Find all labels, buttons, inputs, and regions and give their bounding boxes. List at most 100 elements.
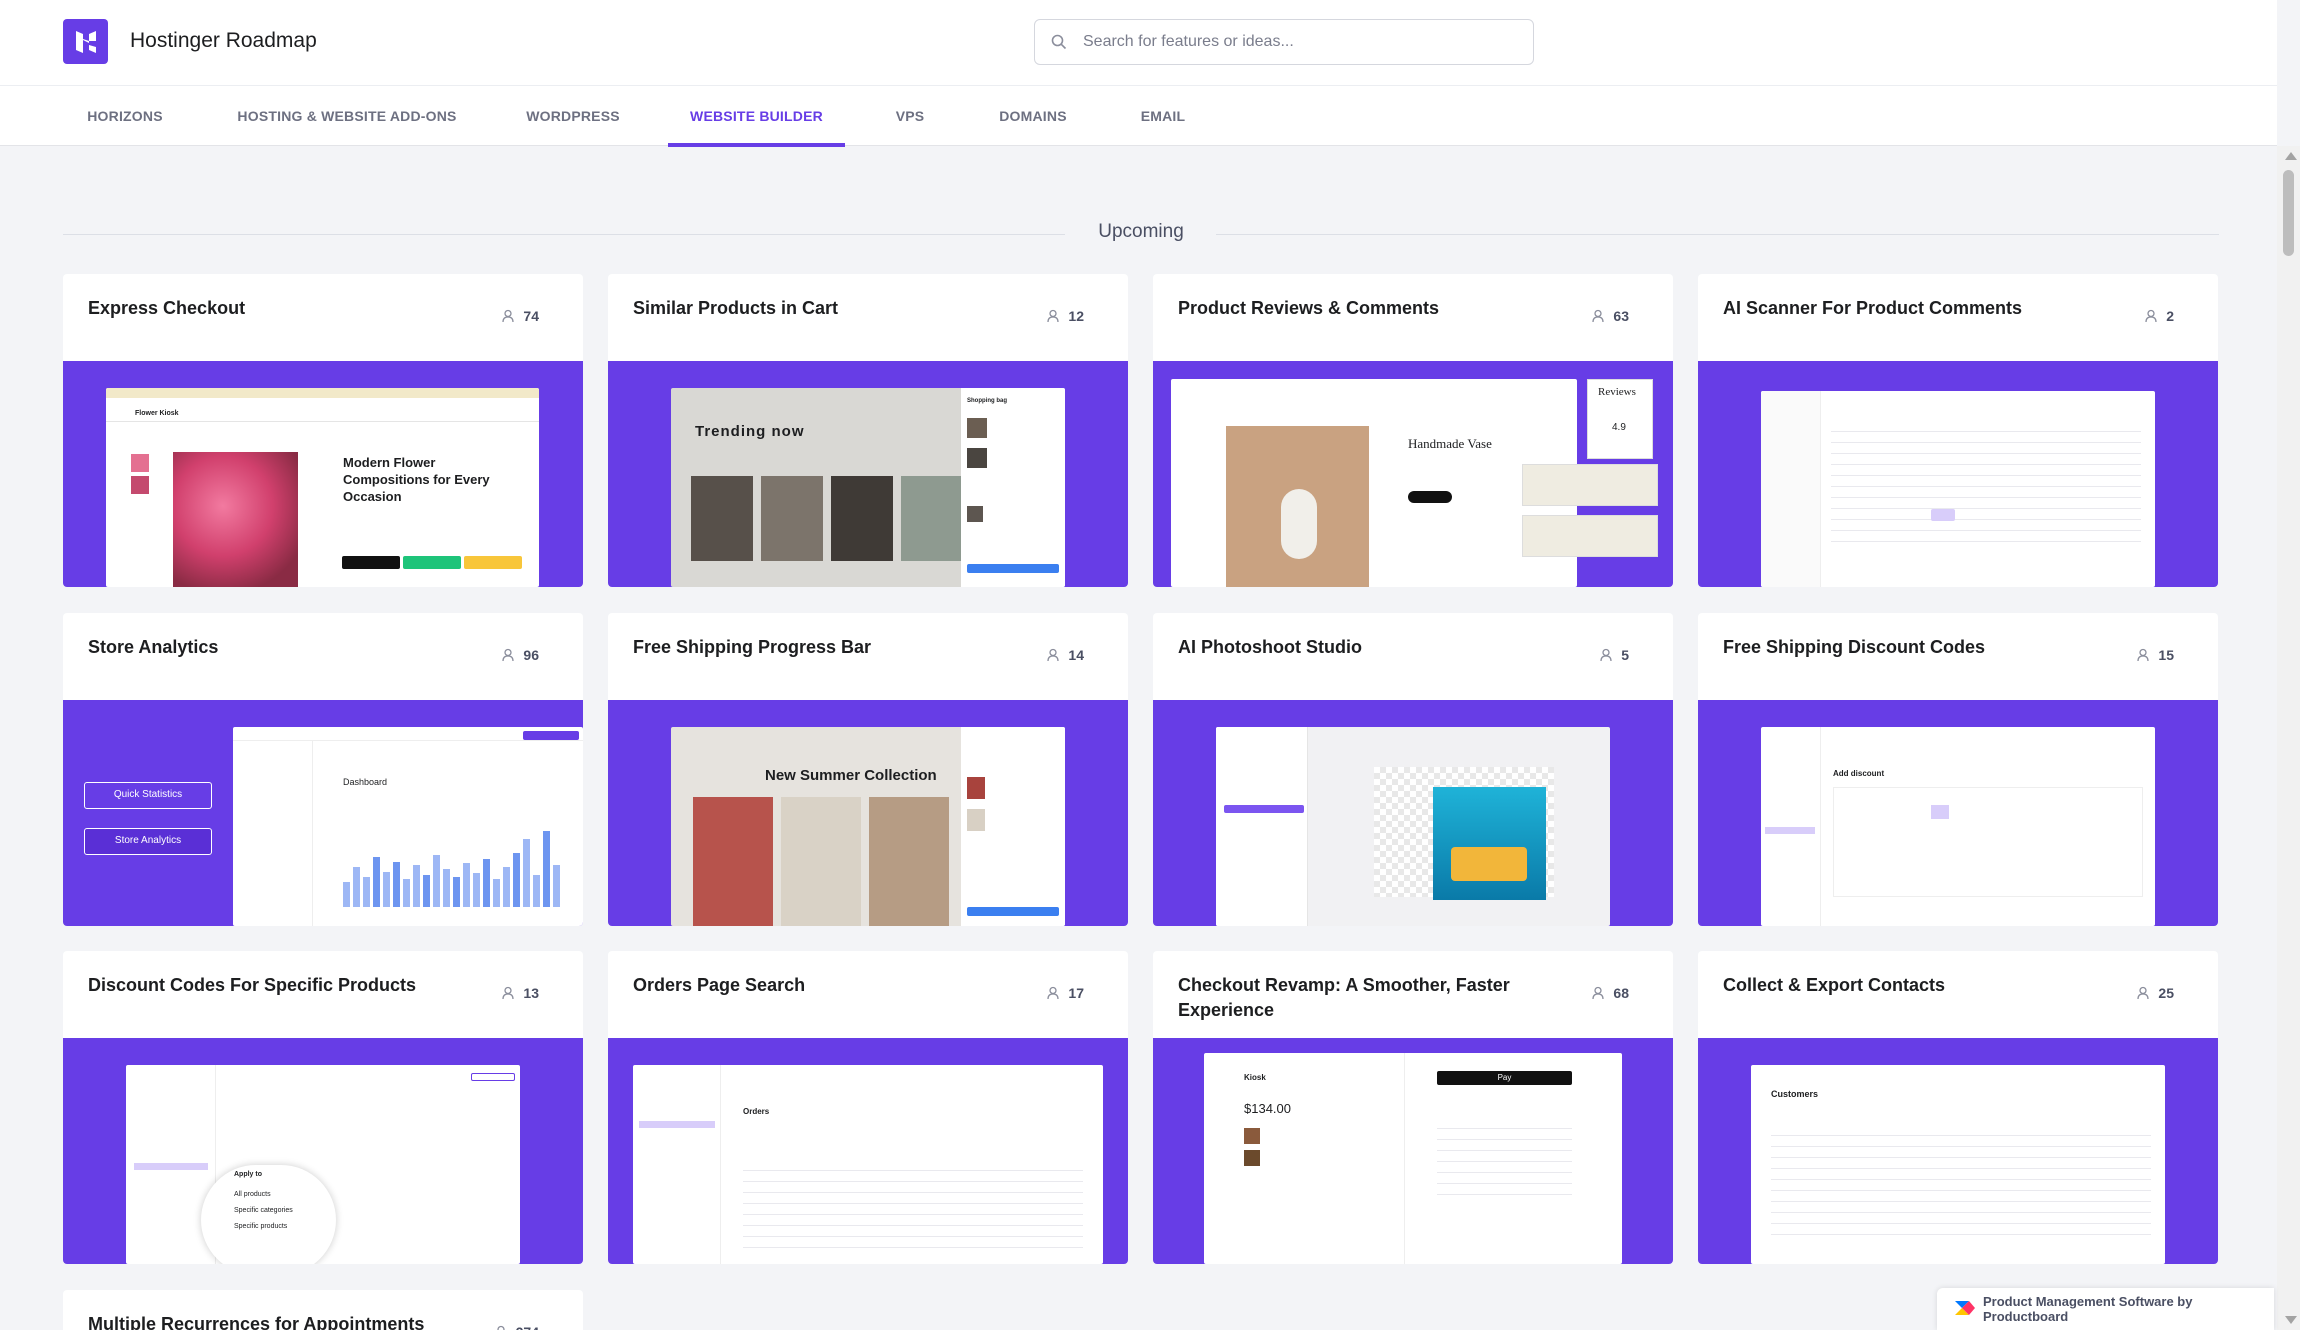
user-icon bbox=[1592, 309, 1605, 323]
scrollbar[interactable] bbox=[2277, 146, 2300, 1330]
scroll-up-arrow-icon[interactable] bbox=[2285, 152, 2297, 160]
vote-number: 74 bbox=[523, 308, 539, 324]
productboard-badge[interactable]: Product Management Software by Productbo… bbox=[1937, 1288, 2274, 1330]
vote-number: 63 bbox=[1613, 308, 1629, 324]
vote-count[interactable]: 5 bbox=[1599, 647, 1629, 663]
preview-text: Add discount bbox=[1833, 769, 1885, 778]
preview-text: Trending now bbox=[695, 423, 805, 440]
card-title: Product Reviews & Comments bbox=[1178, 298, 1440, 318]
app-header: Hostinger Roadmap bbox=[0, 0, 2277, 85]
card-preview-image: Orders bbox=[608, 1038, 1128, 1264]
vote-count[interactable]: 12 bbox=[1046, 308, 1084, 324]
user-icon bbox=[502, 648, 515, 662]
vote-count[interactable]: 68 bbox=[1591, 985, 1629, 1001]
idea-card[interactable]: Multiple Recurrences for Appointments 27… bbox=[63, 1290, 583, 1330]
tab-email[interactable]: EMAIL bbox=[1122, 86, 1204, 147]
card-title: Multiple Recurrences for Appointments bbox=[88, 1314, 425, 1330]
idea-card[interactable]: Orders Page Search 17 Orders bbox=[608, 951, 1128, 1264]
tab-domains[interactable]: DOMAINS bbox=[978, 86, 1088, 147]
user-icon bbox=[496, 1325, 505, 1330]
user-icon bbox=[502, 986, 515, 1000]
vote-count[interactable]: 2 bbox=[2144, 308, 2174, 324]
vote-count[interactable]: 63 bbox=[1591, 308, 1629, 324]
vote-count[interactable]: 13 bbox=[501, 985, 539, 1001]
preview-text: Handmade Vase bbox=[1408, 436, 1492, 451]
section-title: Upcoming bbox=[1098, 221, 1184, 242]
user-icon bbox=[1047, 648, 1060, 662]
card-preview-image: Kiosk $134.00 Pay bbox=[1153, 1038, 1673, 1264]
tab-horizons[interactable]: HORIZONS bbox=[63, 86, 187, 147]
idea-card[interactable]: Free Shipping Discount Codes 15 Add disc… bbox=[1698, 613, 2218, 926]
idea-card[interactable]: Similar Products in Cart 12 Trending now… bbox=[608, 274, 1128, 587]
preview-text: Customers bbox=[1771, 1089, 1819, 1099]
idea-card[interactable]: Collect & Export Contacts 25 Customers bbox=[1698, 951, 2218, 1264]
vote-number: 13 bbox=[523, 985, 539, 1001]
card-title: AI Scanner For Product Comments bbox=[1723, 298, 2023, 318]
hostinger-logo[interactable] bbox=[63, 19, 108, 64]
vote-count[interactable]: 274 bbox=[494, 1324, 539, 1330]
scroll-down-arrow-icon[interactable] bbox=[2285, 1316, 2297, 1324]
idea-card[interactable]: Free Shipping Progress Bar 14 New Summer… bbox=[608, 613, 1128, 926]
card-title: AI Photoshoot Studio bbox=[1178, 637, 1362, 657]
vote-count[interactable]: 15 bbox=[2136, 647, 2174, 663]
vote-count[interactable]: 96 bbox=[501, 647, 539, 663]
idea-card[interactable]: Discount Codes For Specific Products 13 … bbox=[63, 951, 583, 1264]
card-preview-image: Trending now Shopping bag bbox=[608, 361, 1128, 587]
card-title: Similar Products in Cart bbox=[633, 298, 839, 318]
vote-count[interactable]: 14 bbox=[1046, 647, 1084, 663]
preview-text: Flower Kiosk bbox=[135, 410, 179, 417]
tab-wordpress[interactable]: WORDPRESS bbox=[508, 86, 638, 147]
badge-text: Product Management Software by Productbo… bbox=[1983, 1294, 2193, 1324]
idea-card[interactable]: Express Checkout 74 Flower Kiosk Modern … bbox=[63, 274, 583, 587]
preview-text: Pay bbox=[1437, 1071, 1572, 1085]
preview-text: Orders bbox=[743, 1107, 770, 1116]
search-input[interactable] bbox=[1083, 20, 1513, 64]
search-icon bbox=[1051, 34, 1067, 50]
vote-number: 17 bbox=[1068, 985, 1084, 1001]
card-title: Checkout Revamp: A Smoother, Faster Expe… bbox=[1178, 975, 1510, 1020]
user-icon bbox=[2145, 309, 2157, 323]
preview-text: Kiosk bbox=[1244, 1073, 1266, 1082]
card-title: Collect & Export Contacts bbox=[1723, 975, 1946, 995]
idea-card[interactable]: AI Photoshoot Studio 5 bbox=[1153, 613, 1673, 926]
preview-text: Modern Flower Compositions for Every Occ… bbox=[343, 455, 490, 504]
preview-text: Quick Statistics bbox=[84, 782, 212, 809]
idea-card[interactable]: Product Reviews & Comments 63 Handmade V… bbox=[1153, 274, 1673, 587]
tab-vps[interactable]: VPS bbox=[877, 86, 943, 147]
idea-card[interactable]: Checkout Revamp: A Smoother, Faster Expe… bbox=[1153, 951, 1673, 1264]
card-preview-image: Apply to All products Specific categorie… bbox=[63, 1038, 583, 1264]
user-icon bbox=[1047, 309, 1060, 323]
preview-text: Dashboard bbox=[343, 777, 388, 787]
card-title: Express Checkout bbox=[88, 298, 246, 318]
card-title: Discount Codes For Specific Products bbox=[88, 975, 417, 995]
tab-website-builder[interactable]: WEBSITE BUILDER bbox=[668, 86, 845, 147]
section-upcoming: Upcoming bbox=[63, 221, 2219, 243]
user-icon bbox=[502, 309, 515, 323]
preview-text: New Summer Collection bbox=[765, 767, 937, 784]
vote-count[interactable]: 74 bbox=[501, 308, 539, 324]
search-box[interactable] bbox=[1034, 19, 1534, 65]
preview-text: Reviews bbox=[1598, 386, 1636, 398]
vote-count[interactable]: 17 bbox=[1046, 985, 1084, 1001]
scrollbar-thumb[interactable] bbox=[2283, 170, 2294, 256]
card-preview-image: Flower Kiosk Modern Flower Compositions … bbox=[63, 361, 583, 587]
card-title: Orders Page Search bbox=[633, 975, 806, 995]
app-title: Hostinger Roadmap bbox=[130, 29, 317, 52]
vote-number: 274 bbox=[516, 1324, 539, 1330]
idea-card[interactable]: AI Scanner For Product Comments 2 bbox=[1698, 274, 2218, 587]
user-icon bbox=[1600, 648, 1612, 662]
vote-number: 2 bbox=[2166, 308, 2174, 324]
card-title: Free Shipping Progress Bar bbox=[633, 637, 872, 657]
preview-text: All products bbox=[234, 1191, 271, 1198]
preview-text: 4.9 bbox=[1612, 422, 1626, 433]
preview-text: Specific categories bbox=[234, 1207, 293, 1214]
vote-number: 14 bbox=[1068, 647, 1084, 663]
vote-count[interactable]: 25 bbox=[2136, 985, 2174, 1001]
card-preview-image: New Summer Collection bbox=[608, 700, 1128, 926]
preview-text: Shopping bag bbox=[967, 398, 1007, 404]
tab-hosting-addons[interactable]: HOSTING & WEBSITE ADD-ONS bbox=[222, 86, 472, 147]
card-preview-image bbox=[1153, 700, 1673, 926]
idea-card[interactable]: Store Analytics 96 Quick Statistics Stor… bbox=[63, 613, 583, 926]
preview-text: Store Analytics bbox=[84, 828, 212, 855]
card-title: Store Analytics bbox=[88, 637, 219, 657]
